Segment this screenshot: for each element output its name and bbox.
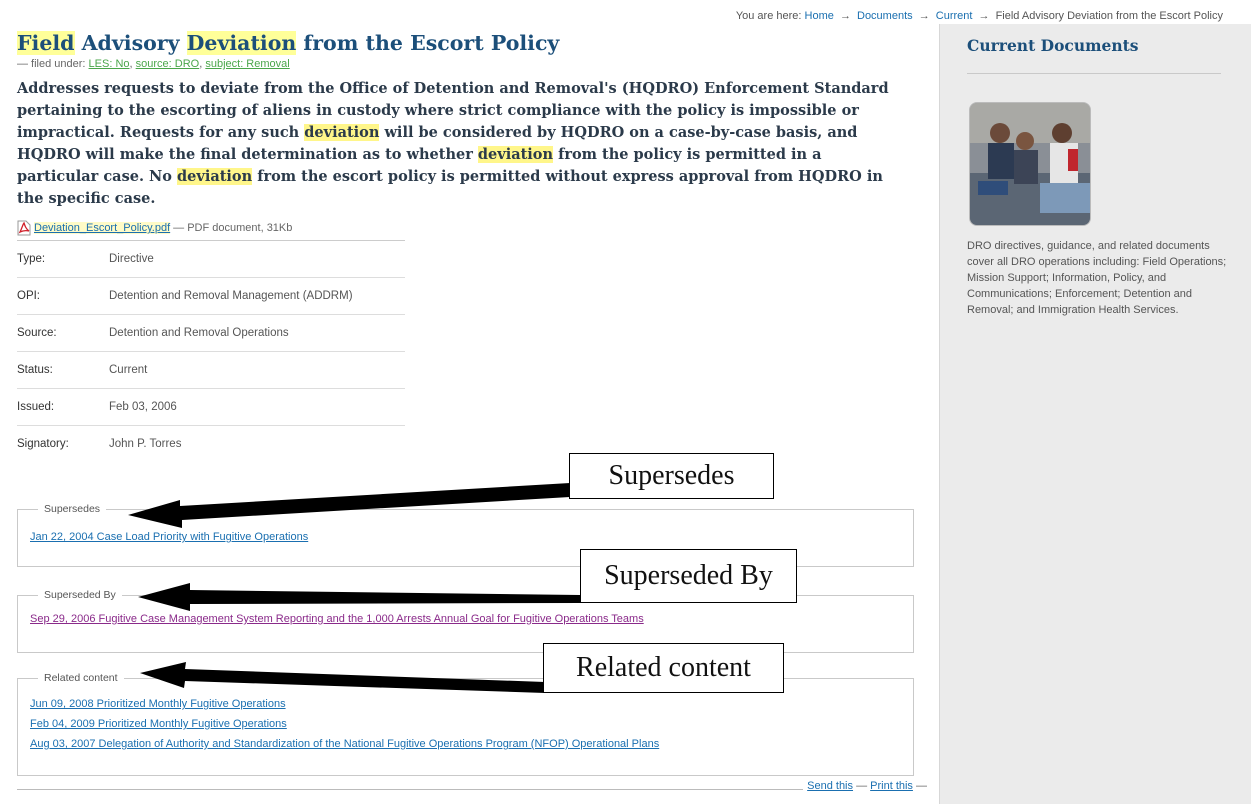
callout-related-content: Related content: [543, 643, 784, 693]
callout-superseded-by: Superseded By: [580, 549, 797, 603]
callout-supersedes: Supersedes: [569, 453, 774, 499]
related-content-arrow: [140, 662, 545, 693]
superseded-by-arrow: [138, 583, 580, 611]
supersedes-arrow: [128, 483, 570, 528]
